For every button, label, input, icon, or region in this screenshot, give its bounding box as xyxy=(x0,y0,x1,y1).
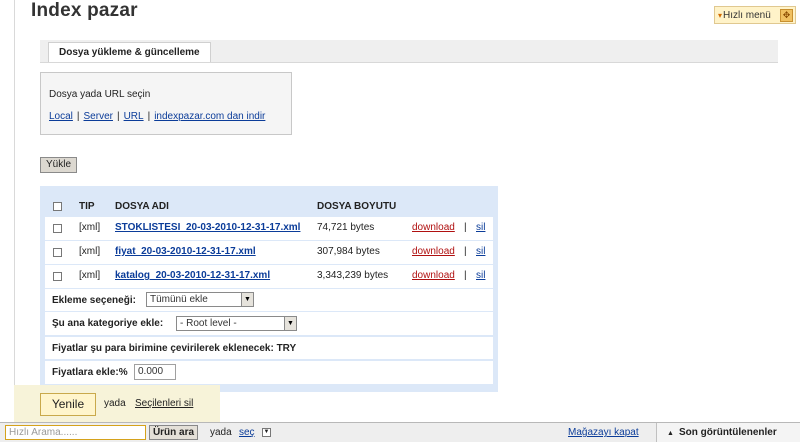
caret-down-icon: ▾ xyxy=(718,10,723,20)
move-icon[interactable]: ✥ xyxy=(780,8,793,22)
file-name-link[interactable]: fiyat_20-03-2010-12-31-17.xml xyxy=(115,246,256,257)
row-separator: | xyxy=(464,222,467,233)
table-row: [xml] katalog_20-03-2010-12-31-17.xml 3,… xyxy=(45,265,493,288)
page-title: Index pazar xyxy=(31,0,138,21)
quick-search-input[interactable]: Hızlı Arama...... xyxy=(5,425,146,440)
currency-text: Fiyatlar şu para birimine çevirilerek ek… xyxy=(52,343,297,354)
download-link[interactable]: download xyxy=(412,222,455,233)
category-row: Şu ana kategoriye ekle: - Root level - ▼ xyxy=(45,312,493,335)
server-link[interactable]: Server xyxy=(84,111,113,122)
bottom-toolbar: Hızlı Arama...... Ürün ara yada seç ▼ Ma… xyxy=(0,422,800,442)
row-size: 74,721 bytes xyxy=(317,222,375,233)
link-separator: | xyxy=(76,111,80,122)
delete-selected-link[interactable]: Seçilenleri sil xyxy=(135,398,193,409)
category-label: Şu ana kategoriye ekle: xyxy=(52,318,164,329)
row-checkbox[interactable] xyxy=(53,248,62,257)
download-link[interactable]: download xyxy=(412,270,455,281)
refresh-button[interactable]: Yenile xyxy=(40,393,96,416)
file-source-prompt: Dosya yada URL seçin xyxy=(49,89,151,100)
recently-viewed-button[interactable]: ▲ Son görüntülenenler xyxy=(656,423,800,442)
quick-menu-label: Hızlı menü xyxy=(723,9,771,21)
category-select[interactable]: - Root level - ▼ xyxy=(176,316,297,331)
table-header: TIP DOSYA ADI DOSYA BOYUTU xyxy=(40,186,498,215)
select-link[interactable]: seç xyxy=(239,427,255,438)
download-from-site-link[interactable]: indexpazar.com dan indir xyxy=(154,111,265,122)
quick-menu-label-wrap: ▾Hızlı menü xyxy=(718,10,771,21)
row-size: 3,343,239 bytes xyxy=(317,270,389,281)
delete-link[interactable]: sil xyxy=(476,222,485,233)
url-link[interactable]: URL xyxy=(124,111,144,122)
delete-link[interactable]: sil xyxy=(476,246,485,257)
local-link[interactable]: Local xyxy=(49,111,73,122)
add-option-label: Ekleme seçeneği: xyxy=(52,295,136,306)
category-value: - Root level - xyxy=(180,318,237,329)
price-add-input[interactable]: 0.000 xyxy=(134,364,176,380)
header-file-name: DOSYA ADI xyxy=(115,201,169,212)
tab-bar: Dosya yükleme & güncelleme xyxy=(40,40,778,62)
row-separator: | xyxy=(464,270,467,281)
file-source-links: Local | Server | URL | indexpazar.com dan indi… xyxy=(49,111,291,122)
add-option-row: Ekleme seçeneği: Tümünü ekle ▼ xyxy=(45,289,493,311)
refresh-bar: Yenile yada Seçilenleri sil xyxy=(14,385,220,425)
row-checkbox[interactable] xyxy=(53,272,62,281)
currency-row: Fiyatlar şu para birimine çevirilerek ek… xyxy=(45,337,493,359)
header-type: TIP xyxy=(79,201,95,212)
or-text: yada xyxy=(104,398,126,409)
file-source-panel: Dosya yada URL seçin Local | Server | URL | in… xyxy=(40,72,292,135)
close-shop-link[interactable]: Mağazayı kapat xyxy=(568,427,639,438)
select-dropdown-icon[interactable]: ▼ xyxy=(262,428,271,437)
left-divider xyxy=(14,0,15,385)
table-row: [xml] STOKLISTESI_20-03-2010-12-31-17.xm… xyxy=(45,217,493,240)
price-add-row: Fiyatlara ekle:% 0.000 xyxy=(45,361,493,384)
row-type: [xml] xyxy=(79,270,101,281)
link-separator: | xyxy=(116,111,120,122)
delete-link[interactable]: sil xyxy=(476,270,485,281)
product-search-button[interactable]: Ürün ara xyxy=(149,425,198,440)
link-separator: | xyxy=(147,111,151,122)
price-add-label: Fiyatlara ekle:% xyxy=(52,367,128,378)
row-size: 307,984 bytes xyxy=(317,246,380,257)
dropdown-arrow-icon: ▼ xyxy=(241,293,253,306)
caret-up-icon: ▲ xyxy=(667,430,674,437)
tab-file-upload[interactable]: Dosya yükleme & güncelleme xyxy=(48,42,211,62)
select-all-checkbox[interactable] xyxy=(53,202,62,211)
file-name-link[interactable]: katalog_20-03-2010-12-31-17.xml xyxy=(115,270,270,281)
row-separator: | xyxy=(464,246,467,257)
or-text: yada xyxy=(210,427,232,438)
file-name-link[interactable]: STOKLISTESI_20-03-2010-12-31-17.xml xyxy=(115,222,300,233)
download-link[interactable]: download xyxy=(412,246,455,257)
recently-viewed-label: Son görüntülenenler xyxy=(678,427,777,438)
dropdown-arrow-icon: ▼ xyxy=(284,317,296,330)
upload-button[interactable]: Yükle xyxy=(40,157,77,173)
table-row: [xml] fiyat_20-03-2010-12-31-17.xml 307,… xyxy=(45,241,493,264)
tab-divider xyxy=(40,62,778,63)
row-checkbox[interactable] xyxy=(53,224,62,233)
quick-menu-button[interactable]: ▾Hızlı menü ✥ xyxy=(714,6,796,24)
row-type: [xml] xyxy=(79,246,101,257)
header-file-size: DOSYA BOYUTU xyxy=(317,201,397,212)
add-option-value: Tümünü ekle xyxy=(150,294,208,305)
row-type: [xml] xyxy=(79,222,101,233)
file-table-panel: TIP DOSYA ADI DOSYA BOYUTU [xml] STOKLIS… xyxy=(40,186,498,392)
add-option-select[interactable]: Tümünü ekle ▼ xyxy=(146,292,254,307)
